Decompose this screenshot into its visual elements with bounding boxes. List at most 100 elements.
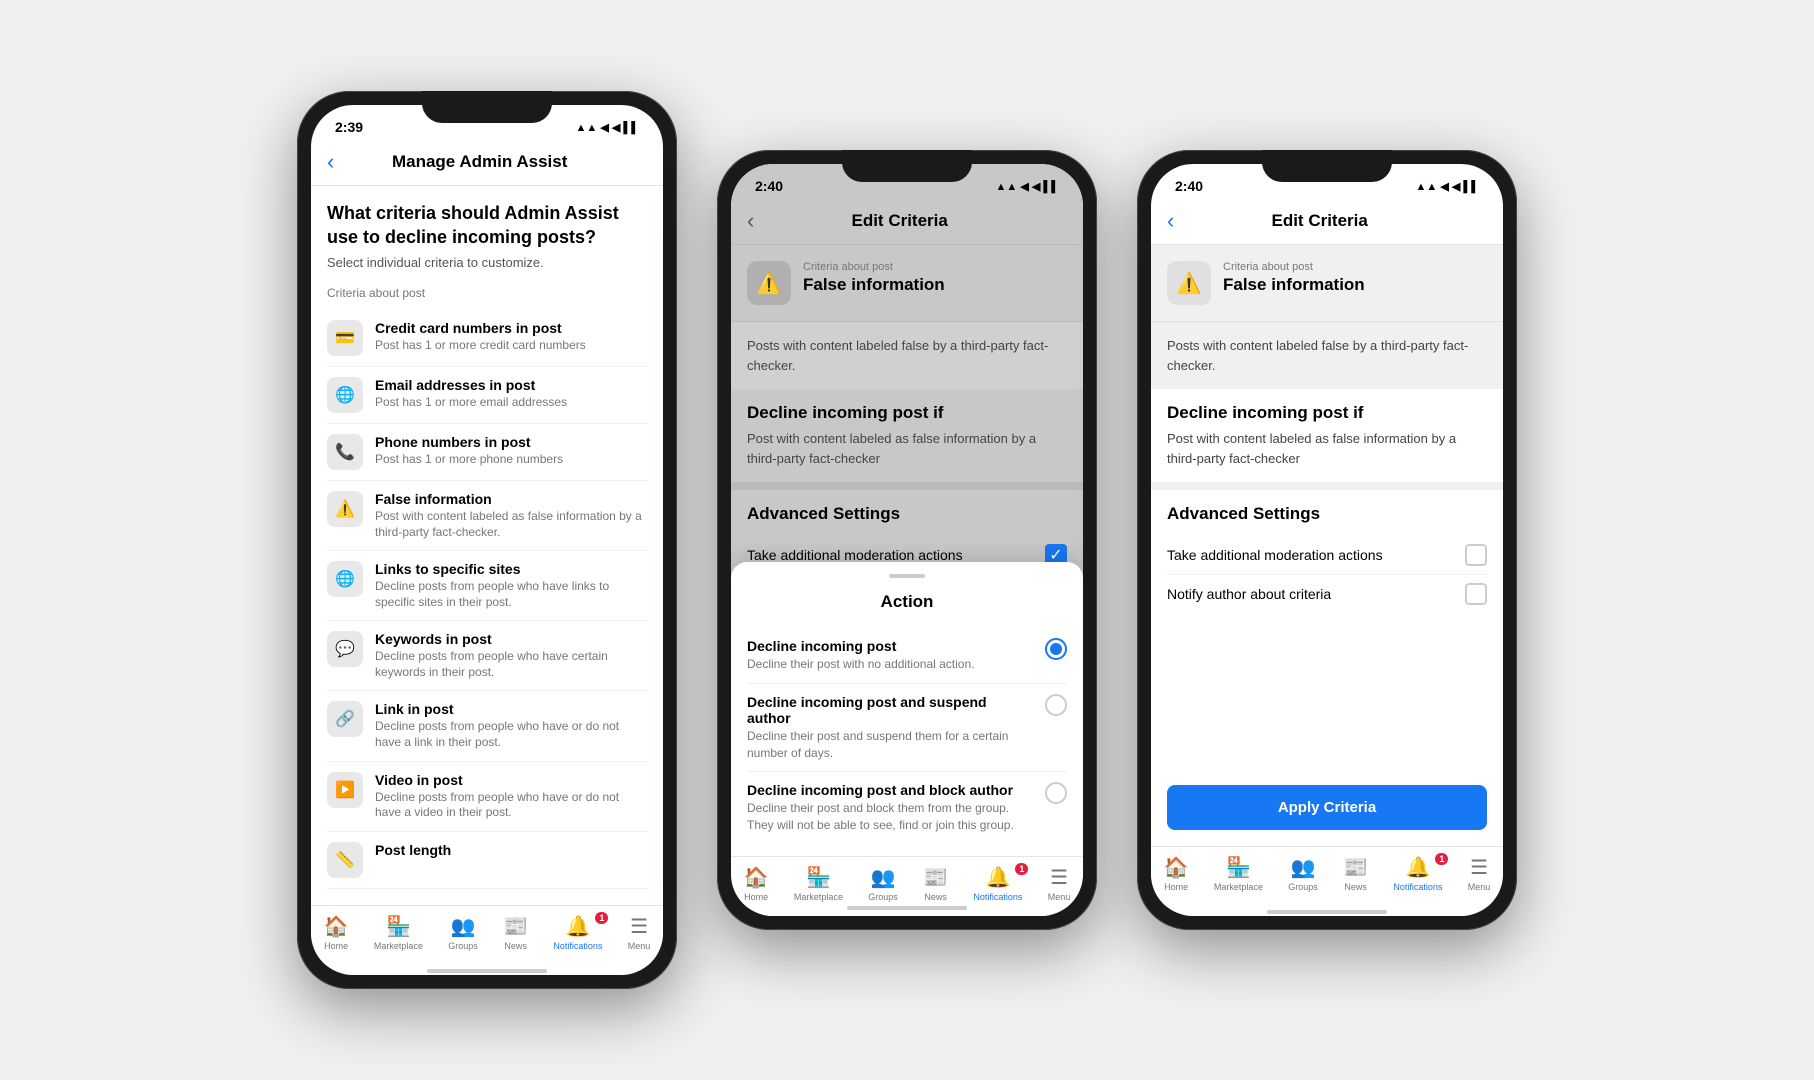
list-item[interactable]: 📏 Post length [327, 832, 647, 889]
groups-icon: 👥 [871, 865, 896, 890]
criteria-text: Keywords in post Decline posts from peop… [375, 631, 647, 680]
criteria-desc: Post with content labeled as false infor… [375, 509, 647, 540]
tab-notifications[interactable]: 🔔1Notifications [553, 914, 602, 951]
tab-news[interactable]: 📰News [503, 914, 528, 951]
screen1-heading: What criteria should Admin Assist use to… [327, 202, 647, 249]
action-option[interactable]: Decline incoming post and block author D… [747, 772, 1067, 844]
list-item[interactable]: 🌐 Email addresses in post Post has 1 or … [327, 367, 647, 424]
back-button-3[interactable]: ‹ [1167, 208, 1174, 234]
list-item[interactable]: ▶️ Video in post Decline posts from peop… [327, 762, 647, 832]
back-button-2[interactable]: ‹ [747, 208, 754, 234]
list-item[interactable]: 📞 Phone numbers in post Post has 1 or mo… [327, 424, 647, 481]
tab-bar-3: 🏠Home 🏪 Marketplace 👥Groups 📰News 🔔1 Notificat… [1151, 846, 1503, 906]
action-option-title: Decline incoming post [747, 638, 1033, 654]
notify-checkbox-3[interactable] [1465, 583, 1487, 605]
action-radio[interactable] [1045, 782, 1067, 804]
action-option[interactable]: Decline incoming post and suspend author… [747, 684, 1067, 773]
tab-marketplace[interactable]: 🏪Marketplace [374, 914, 423, 951]
criteria-info-label-3: Criteria about post [1223, 261, 1487, 273]
back-button-1[interactable]: ‹ [327, 149, 334, 175]
criteria-icon: 📏 [327, 842, 363, 878]
status-time-3: 2:40 [1175, 178, 1203, 194]
tab-home[interactable]: 🏠Home [1164, 855, 1189, 892]
action-option-text: Decline incoming post and suspend author… [747, 694, 1033, 762]
action-option-text: Decline incoming post and block author D… [747, 782, 1033, 834]
take-moderation-checkbox-3[interactable] [1465, 544, 1487, 566]
tab-groups[interactable]: 👥Groups [1288, 855, 1318, 892]
tab-menu[interactable]: ☰Menu [628, 914, 651, 951]
criteria-section-label: Criteria about post [327, 286, 647, 300]
decline-block-2: Decline incoming post if Post with conte… [731, 389, 1083, 482]
action-radio[interactable] [1045, 694, 1067, 716]
decline-body-2: Post with content labeled as false infor… [747, 429, 1067, 468]
nav-header-1: ‹ Manage Admin Assist [311, 141, 663, 186]
criteria-name: Post length [375, 842, 647, 858]
list-item[interactable]: ⚠️ False information Post with content l… [327, 481, 647, 551]
criteria-desc: Post has 1 or more credit card numbers [375, 338, 647, 354]
tab-home[interactable]: 🏠 Home [744, 865, 769, 902]
status-time-1: 2:39 [335, 119, 363, 135]
notifications-label: Notifications [1393, 882, 1442, 892]
list-item[interactable]: 🔗 Link in post Decline posts from people… [327, 691, 647, 761]
action-option-title: Decline incoming post and block author [747, 782, 1033, 798]
criteria-name: Links to specific sites [375, 561, 647, 577]
tab-menu[interactable]: ☰Menu [1048, 865, 1071, 902]
marketplace-label: Marketplace [794, 892, 843, 902]
menu-label: Menu [1468, 882, 1491, 892]
criteria-info-block-3: ⚠️ Criteria about post False information [1151, 245, 1503, 321]
marketplace-icon: 🏪 [1226, 855, 1251, 880]
tab-news[interactable]: 📰News [1343, 855, 1368, 892]
criteria-info-name-3: False information [1223, 275, 1487, 295]
home-icon: 🏠 [744, 865, 769, 890]
action-option-desc: Decline their post and block them from t… [747, 800, 1033, 834]
criteria-name: Video in post [375, 772, 647, 788]
decline-title-2: Decline incoming post if [747, 403, 1067, 423]
tab-home[interactable]: 🏠Home [324, 914, 349, 951]
criteria-name: Phone numbers in post [375, 434, 647, 450]
status-icons-1: ▲▲ ◀ ◀ ▌▌ [576, 121, 639, 134]
tab-marketplace[interactable]: 🏪 Marketplace [1214, 855, 1263, 892]
news-icon: 📰 [923, 865, 948, 890]
action-option-desc: Decline their post with no additional ac… [747, 656, 1033, 673]
action-radio[interactable] [1045, 638, 1067, 660]
list-item[interactable]: 🌐 Links to specific sites Decline posts … [327, 551, 647, 621]
menu-label: Menu [628, 941, 651, 951]
menu-icon: ☰ [1470, 855, 1488, 880]
tab-groups[interactable]: 👥Groups [448, 914, 478, 951]
list-item[interactable]: 💳 Credit card numbers in post Post has 1… [327, 310, 647, 367]
notify-row-3[interactable]: Notify author about criteria [1167, 575, 1487, 613]
apply-criteria-button[interactable]: Apply Criteria [1167, 785, 1487, 830]
groups-icon: 👥 [451, 914, 476, 939]
criteria-text: Video in post Decline posts from people … [375, 772, 647, 821]
criteria-icon: ▶️ [327, 772, 363, 808]
criteria-icon: 📞 [327, 434, 363, 470]
tab-badge: 1 [1435, 853, 1448, 865]
criteria-text: Links to specific sites Decline posts fr… [375, 561, 647, 610]
take-moderation-row-3[interactable]: Take additional moderation actions [1167, 536, 1487, 575]
tab-groups[interactable]: 👥Groups [868, 865, 898, 902]
status-icons-3: ▲▲ ◀ ◀ ▌▌ [1416, 180, 1479, 193]
home-label: Home [1164, 882, 1188, 892]
action-option[interactable]: Decline incoming post Decline their post… [747, 628, 1067, 684]
marketplace-label: Marketplace [1214, 882, 1263, 892]
tab-marketplace[interactable]: 🏪Marketplace [794, 865, 843, 902]
tab-badge: 1 [595, 912, 608, 924]
criteria-desc: Decline posts from people who have or do… [375, 790, 647, 821]
tab-notifications[interactable]: 🔔1Notifications [973, 865, 1022, 902]
home-indicator-3 [1267, 910, 1387, 914]
tab-news[interactable]: 📰News [923, 865, 948, 902]
notifications-icon: 🔔1 [1405, 855, 1430, 880]
action-option-text: Decline incoming post Decline their post… [747, 638, 1033, 673]
criteria-desc-block-2: Posts with content labeled false by a th… [731, 321, 1083, 389]
advanced-settings-title-2: Advanced Settings [747, 504, 1067, 524]
action-options-list: Decline incoming post Decline their post… [747, 628, 1067, 844]
criteria-desc: Post has 1 or more phone numbers [375, 452, 647, 468]
spacer-3 [1151, 627, 1503, 769]
criteria-desc-text-2: Posts with content labeled false by a th… [747, 336, 1067, 375]
list-item[interactable]: 💬 Keywords in post Decline posts from pe… [327, 621, 647, 691]
criteria-icon: ⚠️ [327, 491, 363, 527]
home-label: Home [744, 892, 768, 902]
tab-menu[interactable]: ☰ Menu [1468, 855, 1491, 892]
tab-notifications[interactable]: 🔔1 Notifications [1393, 855, 1442, 892]
advanced-settings-title-3: Advanced Settings [1167, 504, 1487, 524]
